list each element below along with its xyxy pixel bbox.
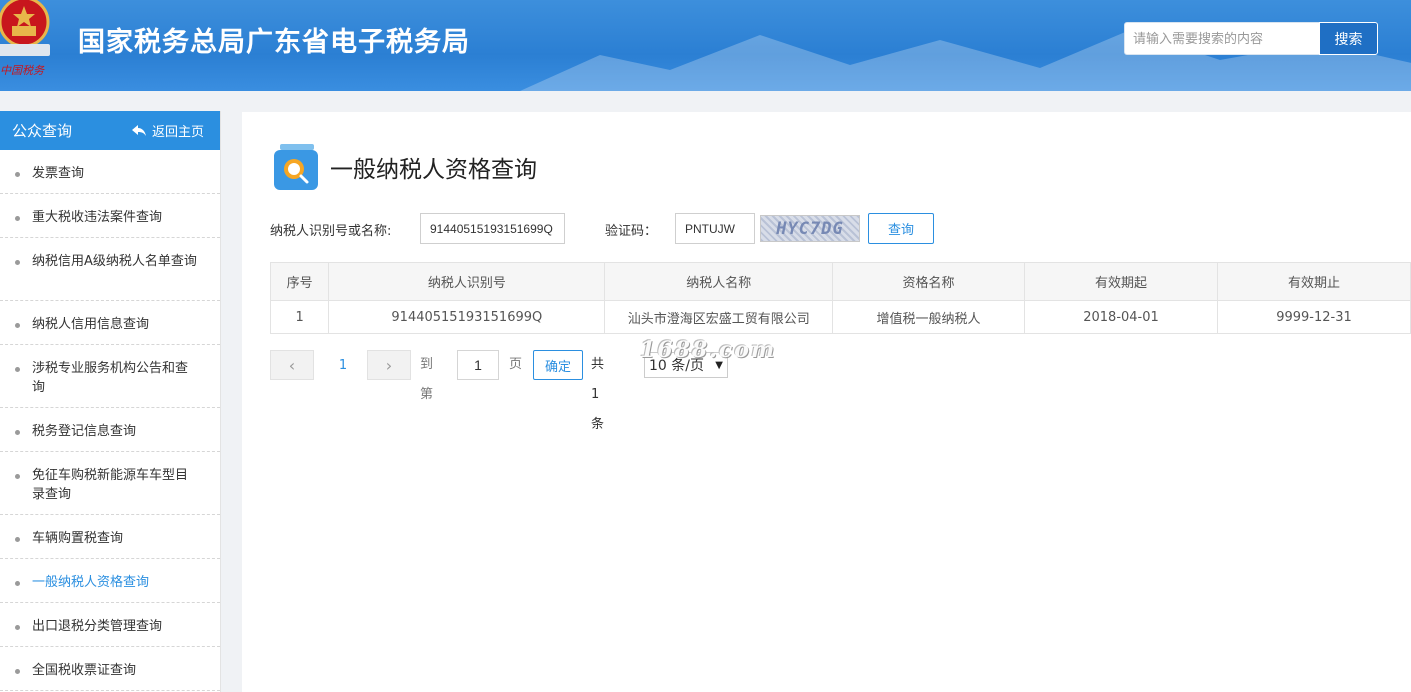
bullet-icon bbox=[15, 669, 20, 674]
sidebar-item-label: 全国税收票证查询 bbox=[32, 663, 137, 678]
sidebar-item-label: 纳税信用A级纳税人名单查询 bbox=[32, 254, 197, 269]
taxid-label: 纳税人识别号或名称: bbox=[270, 224, 392, 239]
goto-label: 到第 bbox=[420, 357, 434, 402]
bullet-icon bbox=[15, 581, 20, 586]
back-home-label: 返回主页 bbox=[151, 125, 204, 140]
sidebar-item-label: 税务登记信息查询 bbox=[32, 424, 137, 439]
sidebar-item-label: 涉税专业服务机构公告和查询 bbox=[32, 361, 189, 395]
sidebar-header: 公众查询 返回主页 bbox=[0, 111, 220, 150]
bullet-icon bbox=[15, 216, 20, 221]
bullet-icon bbox=[15, 260, 20, 265]
sidebar-item-label: 纳税人信用信息查询 bbox=[32, 317, 150, 332]
sidebar-item-label: 免征车购税新能源车车型目录查询 bbox=[32, 468, 189, 502]
sidebar-item-label: 发票查询 bbox=[32, 166, 85, 181]
sidebar-item-a-credit[interactable]: 纳税信用A级纳税人名单查询 bbox=[0, 238, 220, 301]
col-header-index: 序号 bbox=[269, 262, 330, 301]
cell-valid-from: 2018-04-01 bbox=[1024, 300, 1218, 334]
emblem-caption: 中国税务 bbox=[0, 64, 45, 77]
total-count: 共 1 条 bbox=[591, 357, 605, 432]
cell-qualification: 增值税一般纳税人 bbox=[832, 300, 1026, 334]
sidebar-item-registration[interactable]: 税务登记信息查询 bbox=[0, 408, 220, 452]
sidebar-item-tax-voucher[interactable]: 全国税收票证查询 bbox=[0, 647, 220, 691]
sidebar-item-export-refund[interactable]: 出口退税分类管理查询 bbox=[0, 603, 220, 647]
page-unit-label: 页 bbox=[509, 357, 523, 372]
next-page-button[interactable]: › bbox=[367, 350, 411, 380]
search-input[interactable] bbox=[1124, 22, 1320, 55]
cell-valid-to: 9999-12-31 bbox=[1217, 300, 1411, 334]
sidebar: 公众查询 返回主页 发票查询 重大税收违法案件查询 纳税信用A级纳税人名单查询 … bbox=[0, 111, 221, 692]
col-header-valid-from: 有效期起 bbox=[1024, 262, 1218, 301]
sidebar-item-major-violation[interactable]: 重大税收违法案件查询 bbox=[0, 194, 220, 238]
chevron-left-icon: ‹ bbox=[288, 355, 296, 375]
prev-page-button[interactable]: ‹ bbox=[270, 350, 314, 380]
col-header-taxid: 纳税人识别号 bbox=[328, 262, 606, 301]
sidebar-item-label: 重大税收违法案件查询 bbox=[32, 210, 163, 225]
sidebar-item-label: 车辆购置税查询 bbox=[32, 531, 124, 546]
query-button[interactable]: 查询 bbox=[868, 213, 934, 244]
bullet-icon bbox=[15, 367, 20, 372]
sidebar-item-general-taxpayer[interactable]: 一般纳税人资格查询 bbox=[0, 559, 220, 603]
captcha-image[interactable]: HYC7DG bbox=[760, 215, 860, 242]
goto-page-input[interactable] bbox=[457, 350, 499, 380]
sidebar-item-invoice[interactable]: 发票查询 bbox=[0, 150, 220, 194]
bullet-icon bbox=[15, 323, 20, 328]
taxid-input[interactable] bbox=[420, 213, 565, 244]
main-panel: 一般纳税人资格查询 纳税人识别号或名称: 验证码： HYC7DG 查询 序号 纳… bbox=[242, 112, 1411, 692]
sidebar-item-label: 出口退税分类管理查询 bbox=[32, 619, 163, 634]
page-number-current[interactable]: 1 bbox=[328, 350, 358, 380]
page-title: 一般纳税人资格查询 bbox=[330, 157, 537, 183]
bullet-icon bbox=[15, 625, 20, 630]
result-table: 序号 纳税人识别号 纳税人名称 资格名称 有效期起 有效期止 1 9144051… bbox=[269, 262, 1411, 334]
cell-index: 1 bbox=[269, 300, 330, 334]
col-header-qualification: 资格名称 bbox=[832, 262, 1026, 301]
national-emblem-icon: 中国税务 bbox=[0, 0, 50, 77]
header-banner: 中国税务 国家税务总局广东省电子税务局 搜索 bbox=[0, 0, 1411, 91]
bullet-icon bbox=[15, 430, 20, 435]
captcha-input[interactable] bbox=[675, 213, 755, 244]
back-arrow-icon bbox=[131, 124, 146, 136]
bullet-icon bbox=[15, 537, 20, 542]
sidebar-item-ev-catalog[interactable]: 免征车购税新能源车车型目录查询 bbox=[0, 452, 220, 515]
search-document-icon bbox=[274, 144, 318, 190]
cell-taxid: 91440515193151699Q bbox=[328, 300, 606, 334]
cell-name: 汕头市澄海区宏盛工贸有限公司 bbox=[604, 300, 834, 334]
goto-confirm-button[interactable]: 确定 bbox=[533, 350, 583, 380]
sidebar-item-label: 一般纳税人资格查询 bbox=[32, 575, 150, 590]
captcha-label: 验证码： bbox=[605, 224, 658, 239]
sidebar-menu: 发票查询 重大税收违法案件查询 纳税信用A级纳税人名单查询 纳税人信用信息查询 … bbox=[0, 150, 220, 691]
sidebar-item-tax-agency[interactable]: 涉税专业服务机构公告和查询 bbox=[0, 345, 220, 408]
sidebar-item-credit-info[interactable]: 纳税人信用信息查询 bbox=[0, 301, 220, 345]
bullet-icon bbox=[15, 474, 20, 479]
sidebar-item-vehicle-tax[interactable]: 车辆购置税查询 bbox=[0, 515, 220, 559]
bullet-icon bbox=[15, 172, 20, 177]
col-header-name: 纳税人名称 bbox=[604, 262, 834, 301]
back-home-link[interactable]: 返回主页 bbox=[131, 121, 204, 140]
watermark: 1688.com bbox=[640, 337, 777, 363]
table-header-row: 序号 纳税人识别号 纳税人名称 资格名称 有效期起 有效期止 bbox=[269, 262, 1411, 301]
sidebar-title: 公众查询 bbox=[12, 122, 73, 140]
chevron-right-icon: › bbox=[385, 355, 393, 375]
search-button[interactable]: 搜索 bbox=[1319, 22, 1378, 55]
table-row: 1 91440515193151699Q 汕头市澄海区宏盛工贸有限公司 增值税一… bbox=[269, 300, 1411, 334]
site-title: 国家税务总局广东省电子税务局 bbox=[78, 27, 470, 58]
col-header-valid-to: 有效期止 bbox=[1217, 262, 1411, 301]
